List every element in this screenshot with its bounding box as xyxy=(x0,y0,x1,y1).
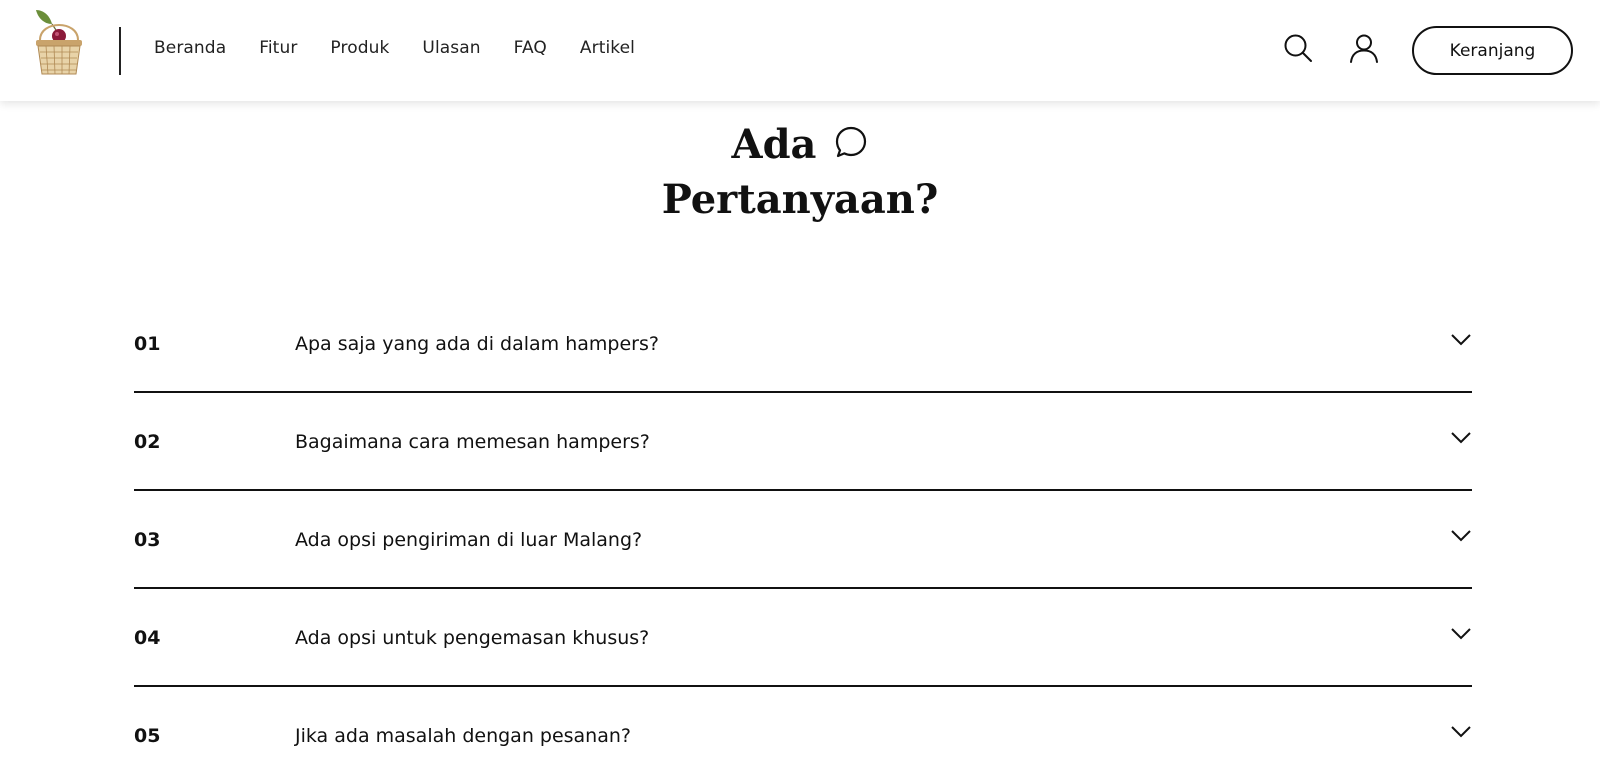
faq-question: Apa saja yang ada di dalam hampers? xyxy=(295,333,659,355)
faq-item-03[interactable]: 03 Ada opsi pengiriman di luar Malang? xyxy=(134,491,1472,589)
chevron-down-icon[interactable] xyxy=(1450,529,1472,543)
faq-item-01[interactable]: 01 Apa saja yang ada di dalam hampers? xyxy=(134,295,1472,393)
faq-item-02[interactable]: 02 Bagaimana cara memesan hampers? xyxy=(134,393,1472,491)
faq-number: 05 xyxy=(134,725,161,747)
search-icon[interactable] xyxy=(1282,32,1314,64)
faq-number: 02 xyxy=(134,431,161,453)
faq-number: 03 xyxy=(134,529,161,551)
nav-ulasan[interactable]: Ulasan xyxy=(422,38,480,58)
faq-number: 01 xyxy=(134,333,161,355)
faq-question: Bagaimana cara memesan hampers? xyxy=(295,431,650,453)
chevron-down-icon[interactable] xyxy=(1450,627,1472,641)
fruit-basket-logo[interactable] xyxy=(30,6,88,76)
chevron-down-icon[interactable] xyxy=(1450,725,1472,739)
faq-item-05[interactable]: 05 Jika ada masalah dengan pesanan? xyxy=(134,687,1472,778)
title-word-ada: Ada xyxy=(731,120,817,168)
user-icon[interactable] xyxy=(1348,32,1380,64)
nav-beranda[interactable]: Beranda xyxy=(154,38,226,58)
nav-faq[interactable]: FAQ xyxy=(514,38,547,58)
section-title-line1: Ada xyxy=(0,117,1600,168)
nav-fitur[interactable]: Fitur xyxy=(259,38,297,58)
header-divider xyxy=(119,27,121,75)
chevron-down-icon[interactable] xyxy=(1450,333,1472,347)
nav-artikel[interactable]: Artikel xyxy=(580,38,635,58)
faq-question: Jika ada masalah dengan pesanan? xyxy=(295,725,631,747)
site-header: Beranda Fitur Produk Ulasan FAQ Artikel … xyxy=(0,0,1600,101)
faq-number: 04 xyxy=(134,627,161,649)
main-nav: Beranda Fitur Produk Ulasan FAQ Artikel xyxy=(154,38,668,58)
chat-bubble-icon xyxy=(836,126,867,158)
faq-list: 01 Apa saja yang ada di dalam hampers? 0… xyxy=(134,295,1472,778)
cart-button[interactable]: Keranjang xyxy=(1412,26,1573,75)
faq-question: Ada opsi untuk pengemasan khusus? xyxy=(295,627,650,649)
section-title-line2: Pertanyaan? xyxy=(661,176,939,223)
faq-item-04[interactable]: 04 Ada opsi untuk pengemasan khusus? xyxy=(134,589,1472,687)
nav-produk[interactable]: Produk xyxy=(330,38,389,58)
faq-question: Ada opsi pengiriman di luar Malang? xyxy=(295,529,643,551)
chevron-down-icon[interactable] xyxy=(1450,431,1472,445)
